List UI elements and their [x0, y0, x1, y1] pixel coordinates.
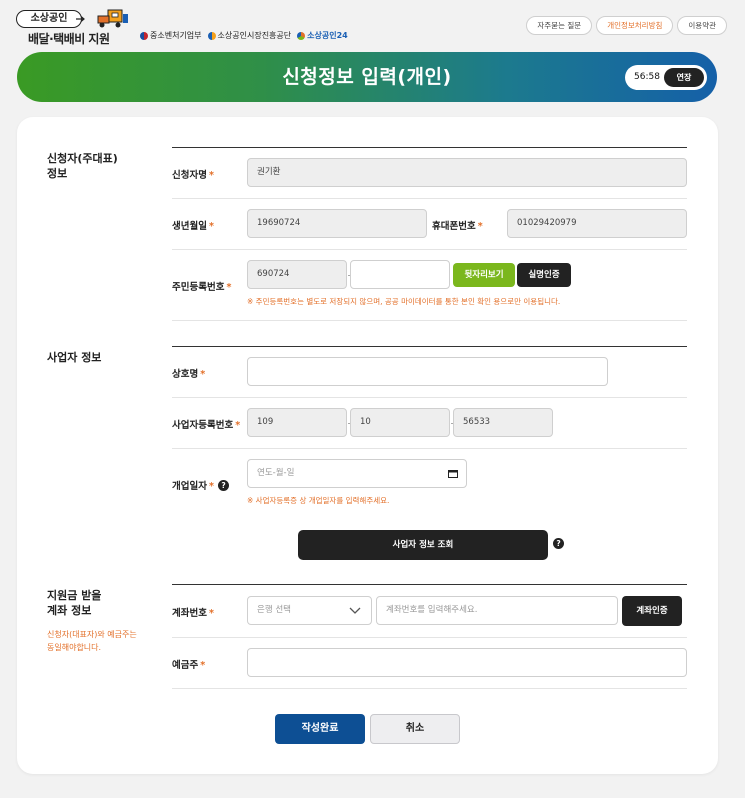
bank-select[interactable]: 은행 선택 — [247, 596, 372, 625]
brand-pill: 소상공인 — [16, 10, 82, 28]
application-form: 신청자(주대표) 정보 신청자명 * 권기환 생년월일 * 19690724 휴대폰… — [17, 117, 718, 774]
rrn-label: 주민등록번호 * — [172, 282, 232, 293]
phone-label: 휴대폰번호 * — [432, 221, 483, 232]
account-holder-label: 예금주 * — [172, 660, 206, 671]
row-divider — [172, 320, 687, 321]
row-divider — [172, 397, 687, 398]
row-divider — [172, 448, 687, 449]
terms-link[interactable]: 이용약관 — [677, 16, 727, 35]
section-divider — [172, 346, 687, 347]
account-number-field[interactable]: 계좌번호를 입력해주세요. — [376, 596, 618, 625]
open-date-field[interactable]: 연도-월-일 — [247, 459, 467, 488]
applicant-section-title: 신청자(주대표) 정보 — [47, 152, 118, 180]
company-name-field[interactable] — [247, 357, 608, 386]
section-divider — [172, 147, 687, 148]
rrn-back-field[interactable] — [350, 260, 450, 289]
reveal-rrn-button[interactable]: 뒷자리보기 — [453, 263, 515, 287]
open-date-label: 개업일자 * — [172, 481, 214, 492]
rrn-front-field[interactable]: 690724 — [247, 260, 347, 289]
account-holder-field[interactable] — [247, 648, 687, 677]
calendar-icon[interactable] — [448, 469, 458, 478]
brand-subtitle: 배달·택배비 지원 — [28, 32, 110, 46]
taegeuk-icon — [140, 31, 148, 40]
section-divider — [172, 584, 687, 585]
sbiz24-icon — [297, 31, 306, 40]
brn-part3-field[interactable]: 56533 — [453, 408, 553, 437]
submit-button[interactable]: 작성완료 — [275, 714, 365, 744]
row-divider — [172, 637, 687, 638]
semas-icon — [207, 31, 216, 40]
account-number-label: 계좌번호 * — [172, 608, 214, 619]
delivery-truck-icon — [97, 9, 128, 28]
session-timer: 56:58 연장 — [625, 65, 707, 90]
brn-label: 사업자등록번호 * — [172, 420, 241, 431]
row-divider — [172, 198, 687, 199]
account-verify-button[interactable]: 계좌인증 — [622, 596, 682, 626]
page-banner: 신청정보 입력(개인) 56:58 연장 — [17, 52, 717, 102]
applicant-name-label: 신청자명 * — [172, 170, 214, 181]
row-divider — [172, 249, 687, 250]
arrow-icon — [76, 16, 85, 22]
real-name-verify-button[interactable]: 실명인증 — [517, 263, 571, 287]
business-lookup-help-icon[interactable]: ? — [553, 538, 564, 549]
faq-link[interactable]: 자주묻는 질문 — [526, 16, 593, 35]
top-links: 자주묻는 질문 개인정보처리방침 이용약관 — [526, 16, 727, 35]
business-section-title: 사업자 정보 — [47, 351, 102, 364]
brn-part2-field[interactable]: 10 — [350, 408, 450, 437]
account-section-title: 지원금 받을 계좌 정보 — [47, 589, 102, 617]
org-mss[interactable]: 중소벤처기업부 — [140, 30, 202, 41]
open-date-hint: ※ 사업자등록증 상 개업일자를 입력해주세요. — [247, 496, 390, 505]
privacy-policy-link[interactable]: 개인정보처리방침 — [596, 16, 674, 35]
org-semas[interactable]: 소상공인시장진흥공단 — [207, 30, 291, 41]
open-date-help-icon[interactable]: ? — [218, 480, 229, 491]
rrn-hint: ※ 주민등록번호는 별도로 저장되지 않으며, 공공 마이데이터를 통한 본인 … — [247, 297, 561, 306]
birthdate-label: 생년월일 * — [172, 221, 214, 232]
organization-logos: 중소벤처기업부 소상공인시장진흥공단 소상공인24 — [140, 30, 348, 41]
brn-part1-field[interactable]: 109 — [247, 408, 347, 437]
timer-value: 56:58 — [634, 72, 660, 82]
row-divider — [172, 688, 687, 689]
chevron-down-icon — [349, 607, 361, 614]
page-title: 신청정보 입력(개인) — [282, 66, 452, 88]
top-header: 소상공인 배달·택배비 지원 중소벤처기업부 소상공인시장진흥공단 소상공인24… — [0, 0, 745, 48]
org-sbiz24[interactable]: 소상공인24 — [297, 30, 348, 41]
account-section-note: 신청자(대표자)와 예금주는 동일해야합니다. — [47, 630, 137, 652]
company-name-label: 상호명 * — [172, 369, 206, 380]
birthdate-field[interactable]: 19690724 — [247, 209, 427, 238]
business-lookup-button[interactable]: 사업자 정보 조회 — [298, 530, 548, 560]
extend-session-button[interactable]: 연장 — [664, 68, 704, 87]
cancel-button[interactable]: 취소 — [370, 714, 460, 744]
phone-field[interactable]: 01029420979 — [507, 209, 687, 238]
brand-logo[interactable]: 소상공인 배달·택배비 지원 — [16, 8, 136, 48]
applicant-name-field[interactable]: 권기환 — [247, 158, 687, 187]
